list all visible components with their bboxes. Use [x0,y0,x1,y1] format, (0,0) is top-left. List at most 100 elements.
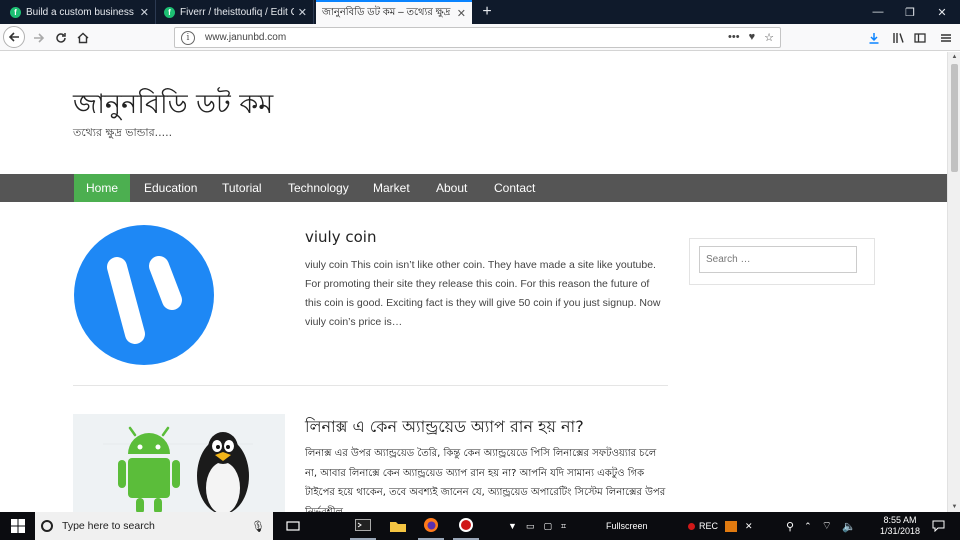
system-tray: ⚲ ⌃ ⌔ 🔈 [786,512,856,540]
site-description: তথ্যের ক্ষুদ্র ভান্ডার..... [73,126,173,139]
people-icon[interactable]: ⚲ [786,520,794,533]
close-tab-icon[interactable]: ✕ [457,7,466,20]
close-tab-icon[interactable]: ✕ [140,6,149,19]
rec-dot-icon [688,522,695,530]
search-input[interactable] [699,246,857,273]
rec-label: REC [699,521,719,531]
close-window-button[interactable]: ✕ [926,0,958,24]
recorder-screen-icon[interactable]: ▢ [543,521,552,532]
fiverr-favicon-icon: f [10,6,21,18]
scrollbar-thumb[interactable] [951,64,958,172]
rec-indicator[interactable]: REC ✕ [688,512,753,540]
recorder-menu-icon[interactable]: ▼ [508,521,517,531]
site-title[interactable]: জানুনবিডি ডট কম [73,84,273,129]
menu-item-tutorial[interactable]: Tutorial [222,174,262,202]
new-tab-button[interactable]: + [478,2,496,22]
tab-fiverr-build[interactable]: f Build a custom business wordp ✕ [4,0,156,24]
open-menu-button[interactable] [935,27,957,49]
reload-button[interactable] [50,27,72,49]
terminal-icon [355,519,371,531]
cortana-icon [41,520,53,532]
linux-android-thumbnail[interactable] [73,414,285,512]
minimize-button[interactable]: — [862,0,894,24]
downloads-button[interactable] [863,27,885,49]
camera-icon[interactable] [725,520,738,532]
info-icon[interactable]: i [181,30,195,45]
tab-fiverr-edit-gig[interactable]: f Fiverr / theisttoufiq / Edit Gig ✕ [158,0,314,24]
address-bar[interactable]: i www.janunbd.com ••• ♥ ☆ [174,27,781,48]
firefox-icon [424,518,438,532]
menu-item-education[interactable]: Education [144,174,197,202]
recorder-pause-icon[interactable]: ▭ [526,521,535,532]
taskbar-search-placeholder: Type here to search [62,520,155,532]
menu-item-contact[interactable]: Contact [494,174,535,202]
post-divider [73,385,668,386]
android-tux-icon [103,426,253,512]
menu-item-about[interactable]: About [436,174,467,202]
page-actions-icon[interactable]: ••• [728,31,740,44]
back-button[interactable] [3,26,25,48]
back-arrow-icon [8,32,19,42]
taskbar-app-explorer[interactable] [385,512,411,540]
task-view-icon [286,521,300,531]
web-page: জানুনবিডি ডট কম তথ্যের ক্ষুদ্র ভান্ডার..… [0,52,947,512]
task-view-button[interactable] [282,512,304,540]
post-excerpt: viuly coin This coin isn’t like other co… [305,259,661,328]
post-excerpt: লিনাক্স এর উপর অ্যান্ড্রয়েড তৈরি, কিন্ত… [305,448,666,512]
start-button[interactable] [6,512,30,540]
primary-menu: Home Education Tutorial Technology Marke… [0,174,947,202]
close-tab-icon[interactable]: ✕ [298,6,307,19]
scroll-up-icon[interactable]: ▲ [948,52,960,62]
menu-item-technology[interactable]: Technology [288,174,349,202]
navigation-toolbar: i www.janunbd.com ••• ♥ ☆ [0,24,960,51]
taskbar-app-firefox[interactable] [418,512,444,540]
viuly-coin-thumbnail[interactable] [73,222,285,368]
forward-arrow-icon [34,33,45,43]
microphone-icon[interactable]: 🎙 [251,520,265,533]
tab-title: Build a custom business wordp [26,6,136,18]
tab-janunbd[interactable]: জানুনবিডি ডট কম – তথ্যের ক্ষুদ্র ভা ✕ [316,0,472,24]
taskbar-app-recorder[interactable] [453,512,479,540]
clock-time: 8:55 AM [883,515,917,525]
home-button[interactable] [72,27,94,49]
tab-title: জানুনবিডি ডট কম – তথ্যের ক্ষুদ্র ভা [322,6,453,18]
show-hidden-icons-icon[interactable]: ⌃ [804,521,812,532]
url-text[interactable]: www.janunbd.com [205,32,286,43]
taskbar-clock[interactable]: 8:55 AM 1/31/2018 [876,512,924,540]
bookmark-star-icon[interactable]: ☆ [764,31,774,44]
library-icon [893,33,904,43]
page-scrollbar[interactable]: ▲ ▼ [947,52,960,512]
post-title[interactable]: viuly coin [305,228,376,246]
taskbar-app-cmd[interactable] [350,512,376,540]
folder-icon [390,522,406,532]
pocket-icon[interactable]: ♥ [749,31,756,44]
recorder-crop-icon[interactable]: ⌗ [561,521,566,532]
recorder-controls: ▼ ▭ ▢ ⌗ [508,512,566,540]
download-icon [869,33,879,44]
menu-item-home[interactable]: Home [74,174,131,202]
scroll-down-icon[interactable]: ▼ [948,502,960,512]
windows-taskbar: Type here to search 🎙 ▼ ▭ ▢ ⌗ Fullscreen… [0,512,960,540]
windows-logo-icon [11,519,25,533]
sidebar-button[interactable] [909,27,931,49]
search-widget [689,238,875,285]
fullscreen-label[interactable]: Fullscreen [606,512,648,540]
network-icon[interactable]: ⌔ [822,519,832,533]
browser-tab-strip: f Build a custom business wordp ✕ f Five… [0,0,960,24]
forward-button[interactable] [28,27,50,49]
hamburger-menu-icon [941,34,951,42]
action-center-icon [932,520,944,532]
clock-date: 1/31/2018 [879,526,921,536]
recorder-close-icon[interactable]: ✕ [745,521,753,532]
reload-icon [56,33,66,43]
taskbar-search-box[interactable]: Type here to search 🎙 [35,512,273,540]
notifications-button[interactable] [928,512,948,540]
library-button[interactable] [887,27,909,49]
speaker-icon[interactable]: 🔈 [842,520,856,533]
restore-button[interactable]: ❐ [894,0,926,24]
home-icon [77,32,89,44]
record-icon [459,518,473,532]
sidebar-icon [914,33,926,43]
post-title[interactable]: লিনাক্স এ কেন অ্যান্ড্রয়েড অ্যাপ রান হয… [305,414,584,441]
menu-item-market[interactable]: Market [373,174,410,202]
